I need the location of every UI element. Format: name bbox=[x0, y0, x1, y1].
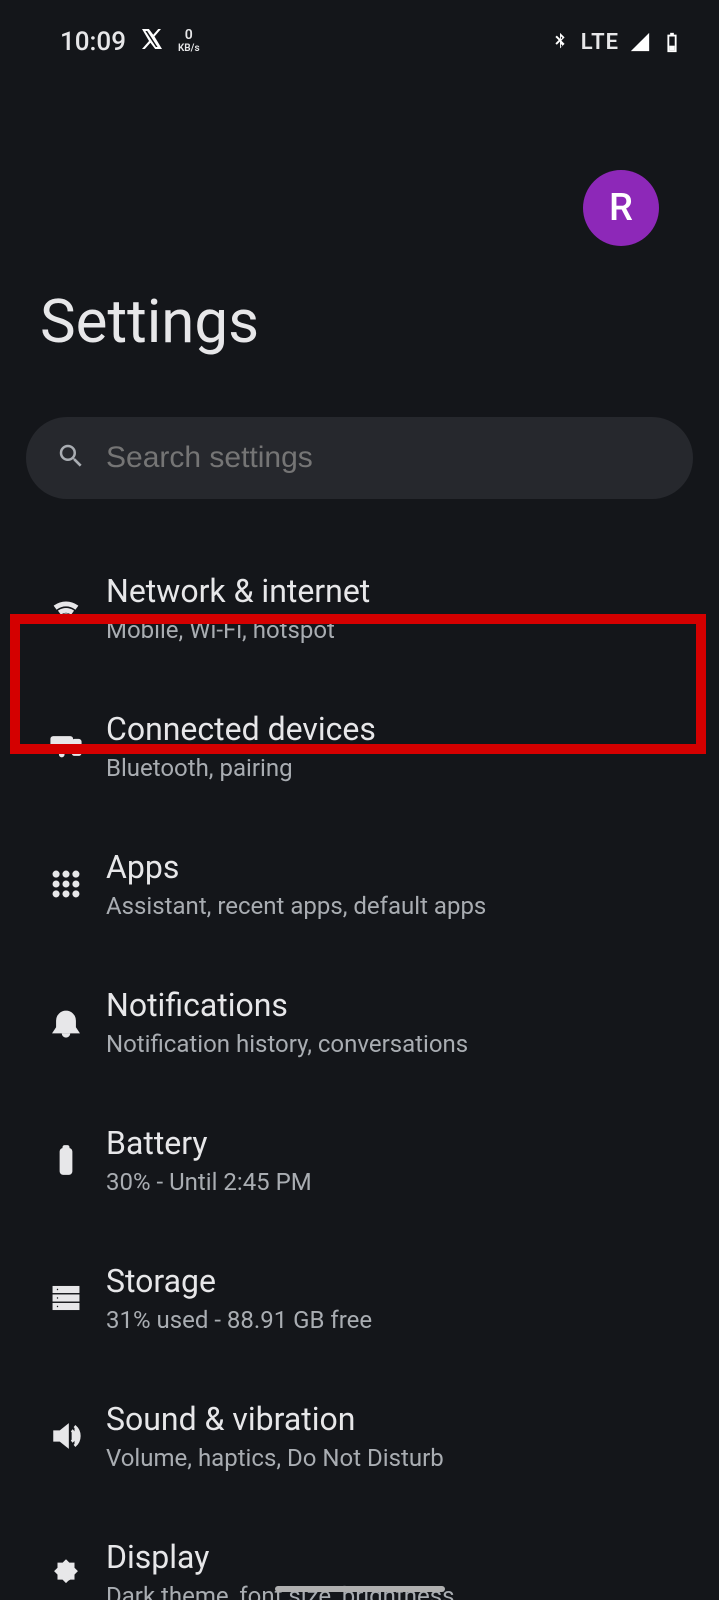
item-title: Network & internet bbox=[106, 572, 370, 610]
item-title: Storage bbox=[106, 1262, 372, 1300]
wifi-icon bbox=[26, 591, 106, 625]
item-subtitle: Assistant, recent apps, default apps bbox=[106, 892, 486, 920]
settings-item-notifications[interactable]: Notifications Notification history, conv… bbox=[0, 953, 719, 1091]
item-subtitle: Bluetooth, pairing bbox=[106, 754, 376, 782]
status-left: 10:09 0 KB/s bbox=[60, 27, 200, 58]
clock: 10:09 bbox=[60, 27, 126, 57]
storage-icon bbox=[26, 1281, 106, 1315]
item-title: Sound & vibration bbox=[106, 1400, 444, 1438]
settings-item-battery[interactable]: Battery 30% - Until 2:45 PM bbox=[0, 1091, 719, 1229]
item-title: Display bbox=[106, 1538, 454, 1576]
search-bar[interactable] bbox=[26, 417, 693, 499]
avatar-initial: R bbox=[609, 186, 633, 230]
item-subtitle: 31% used - 88.91 GB free bbox=[106, 1306, 372, 1334]
x-app-icon bbox=[140, 27, 164, 58]
settings-item-sound[interactable]: Sound & vibration Volume, haptics, Do No… bbox=[0, 1367, 719, 1505]
item-subtitle: Volume, haptics, Do Not Disturb bbox=[106, 1444, 444, 1472]
item-title: Apps bbox=[106, 848, 486, 886]
bell-icon bbox=[26, 1005, 106, 1039]
settings-item-apps[interactable]: Apps Assistant, recent apps, default app… bbox=[0, 815, 719, 953]
battery-status-icon bbox=[661, 31, 683, 53]
netspeed-unit: KB/s bbox=[178, 42, 200, 56]
item-title: Notifications bbox=[106, 986, 468, 1024]
settings-item-connected-devices[interactable]: Connected devices Bluetooth, pairing bbox=[0, 677, 719, 815]
search-input[interactable] bbox=[106, 441, 663, 475]
devices-icon bbox=[26, 729, 106, 763]
profile-avatar[interactable]: R bbox=[583, 170, 659, 246]
search-icon bbox=[56, 441, 86, 475]
navigation-gesture-bar[interactable] bbox=[275, 1586, 445, 1592]
apps-grid-icon bbox=[26, 867, 106, 901]
brightness-icon bbox=[26, 1557, 106, 1591]
bluetooth-icon bbox=[549, 31, 571, 53]
item-title: Connected devices bbox=[106, 710, 376, 748]
settings-item-storage[interactable]: Storage 31% used - 88.91 GB free bbox=[0, 1229, 719, 1367]
cell-signal-icon bbox=[629, 31, 651, 53]
android-settings-screen: 10:09 0 KB/s LTE R bbox=[0, 0, 719, 1600]
page-title: Settings bbox=[40, 286, 679, 357]
volume-icon bbox=[26, 1419, 106, 1453]
netspeed-value: 0 bbox=[185, 28, 193, 42]
item-subtitle: Mobile, Wi-Fi, hotspot bbox=[106, 616, 370, 644]
network-type-label: LTE bbox=[581, 30, 619, 55]
settings-header: R Settings bbox=[0, 60, 719, 357]
status-right: LTE bbox=[549, 30, 683, 55]
item-subtitle: 30% - Until 2:45 PM bbox=[106, 1168, 312, 1196]
item-title: Battery bbox=[106, 1124, 312, 1162]
item-subtitle: Notification history, conversations bbox=[106, 1030, 468, 1058]
settings-item-network[interactable]: Network & internet Mobile, Wi-Fi, hotspo… bbox=[0, 539, 719, 677]
status-bar: 10:09 0 KB/s LTE bbox=[0, 0, 719, 60]
battery-icon bbox=[26, 1143, 106, 1177]
network-speed-indicator: 0 KB/s bbox=[178, 28, 200, 56]
settings-list: Network & internet Mobile, Wi-Fi, hotspo… bbox=[0, 539, 719, 1600]
